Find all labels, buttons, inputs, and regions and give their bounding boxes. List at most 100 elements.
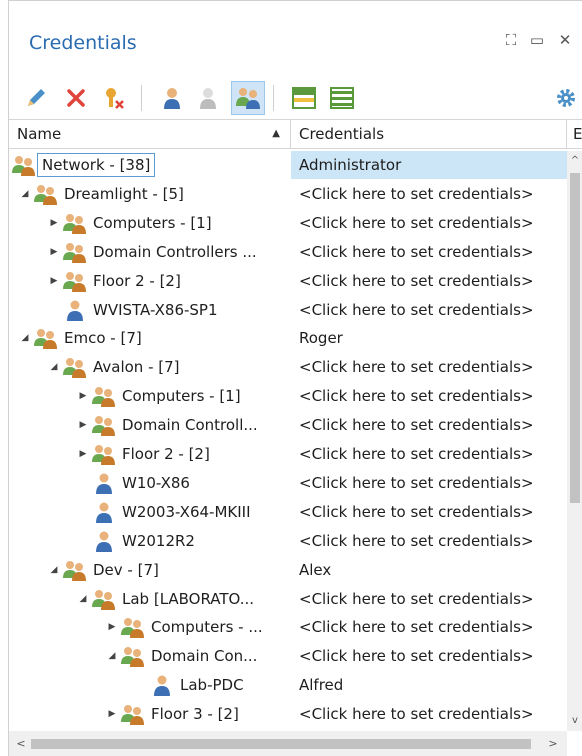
- credentials-cell[interactable]: <Click here to set credentials>: [291, 440, 567, 468]
- collapse-arrow-icon[interactable]: ◢: [46, 353, 62, 381]
- user-group-icon[interactable]: [231, 81, 265, 115]
- tree-row[interactable]: ◢ Domain Con... <Click here to set credent…: [9, 642, 567, 670]
- user-group-icon: [62, 212, 88, 234]
- tree-row[interactable]: WVISTA-X86-SP1 <Click here to set credent…: [9, 296, 567, 324]
- tree-row[interactable]: W2003-X64-MKIII <Click here to set creden…: [9, 498, 567, 526]
- expand-arrow-icon[interactable]: ▶: [75, 440, 91, 468]
- credentials-cell[interactable]: <Click here to set credentials>: [291, 642, 567, 670]
- tree-name-cell: Network - [38]: [11, 151, 156, 179]
- credentials-cell[interactable]: <Click here to set credentials>: [291, 238, 567, 266]
- column-header-extra[interactable]: E: [567, 120, 582, 148]
- toolbar: [9, 75, 582, 119]
- expand-icon[interactable]: ⛶: [501, 31, 521, 49]
- credentials-cell[interactable]: <Click here to set credentials>: [291, 411, 567, 439]
- tree-row[interactable]: Network - [38] Administrator: [9, 151, 567, 179]
- horizontal-scroll-thumb[interactable]: [31, 739, 531, 749]
- expand-arrow-icon[interactable]: ▶: [46, 209, 62, 237]
- tree-row[interactable]: ▶ Domain Controllers ... <Click here to se…: [9, 238, 567, 266]
- credentials-cell[interactable]: <Click here to set credentials>: [291, 209, 567, 237]
- credentials-cell[interactable]: <Click here to set credentials>: [291, 527, 567, 555]
- grid-rows-icon[interactable]: [325, 81, 359, 115]
- tree-row[interactable]: ◢ Emco - [7] Roger: [9, 324, 567, 352]
- close-icon[interactable]: ✕: [555, 31, 575, 49]
- restore-icon[interactable]: ▭: [527, 31, 547, 49]
- collapse-arrow-icon[interactable]: ◢: [104, 642, 120, 670]
- column-header-credentials[interactable]: Credentials: [291, 120, 567, 148]
- tree-row[interactable]: ▶ Computers - [1] <Click here to set crede…: [9, 382, 567, 410]
- tree-row[interactable]: ▶ Floor 2 - [2] <Click here to set credent…: [9, 267, 567, 295]
- expand-arrow-icon[interactable]: ▶: [75, 411, 91, 439]
- user-group-icon: [62, 270, 88, 292]
- clear-credentials-icon[interactable]: [97, 81, 131, 115]
- credentials-cell[interactable]: <Click here to set credentials>: [291, 296, 567, 324]
- collapse-arrow-icon[interactable]: ◢: [17, 180, 33, 208]
- user-group-icon: [120, 616, 146, 638]
- scroll-down-icon[interactable]: v: [567, 713, 582, 729]
- tree-name-cell: ▶ Domain Controllers ...: [46, 238, 262, 266]
- vertical-scroll-thumb[interactable]: [570, 173, 580, 503]
- tree-row[interactable]: ▶ Computers - ... <Click here to set crede…: [9, 613, 567, 641]
- delete-x-icon[interactable]: [59, 81, 93, 115]
- expand-arrow-icon[interactable]: ▶: [46, 238, 62, 266]
- tree-item-label: Emco - [7]: [64, 329, 142, 347]
- scroll-left-icon[interactable]: <: [13, 736, 29, 752]
- tree-row[interactable]: W10-X86 <Click here to set credentials>: [9, 469, 567, 497]
- collapse-arrow-icon[interactable]: ◢: [75, 585, 91, 613]
- tree-row[interactable]: ◢ Dreamlight - [5] <Click here to set cred…: [9, 180, 567, 208]
- tree-row[interactable]: ◢ Lab [LABORATO... <Click here to set cred…: [9, 585, 567, 613]
- collapse-arrow-icon[interactable]: ◢: [17, 324, 33, 352]
- grid-lines-icon[interactable]: [287, 81, 321, 115]
- tree-name-cell: ◢ Dreamlight - [5]: [17, 180, 189, 208]
- credentials-cell[interactable]: <Click here to set credentials>: [291, 469, 567, 497]
- scroll-up-icon[interactable]: ^: [567, 153, 582, 169]
- expand-arrow-icon[interactable]: ▶: [104, 700, 120, 728]
- single-user-icon[interactable]: [155, 81, 189, 115]
- horizontal-scrollbar[interactable]: < >: [9, 731, 567, 756]
- tree-item-label: Floor 2 - [2]: [93, 272, 181, 290]
- tree-name-cell: W2003-X64-MKIII: [75, 498, 256, 526]
- scroll-right-icon[interactable]: >: [545, 736, 561, 752]
- tree-row[interactable]: ▶ Floor 3 - [2] <Click here to set credent…: [9, 700, 567, 728]
- credentials-cell[interactable]: <Click here to set credentials>: [291, 382, 567, 410]
- tree-item-label: Floor 2 - [2]: [122, 445, 210, 463]
- credentials-cell[interactable]: Roger: [291, 324, 567, 352]
- credentials-cell[interactable]: Administrator: [291, 151, 567, 179]
- credentials-cell[interactable]: <Click here to set credentials>: [291, 613, 567, 641]
- tree-name-cell: ◢ Avalon - [7]: [46, 353, 185, 381]
- expand-arrow-icon[interactable]: ▶: [46, 267, 62, 295]
- tree-name-cell: ◢ Dev - [7]: [46, 556, 164, 584]
- tree-row[interactable]: ▶ Domain Controll... <Click here to set cr…: [9, 411, 567, 439]
- vertical-scrollbar[interactable]: ^ v: [567, 151, 582, 731]
- column-header-name[interactable]: Name ▲: [9, 120, 291, 148]
- credentials-cell[interactable]: <Click here to set credentials>: [291, 498, 567, 526]
- user-icon: [91, 530, 117, 552]
- credentials-cell[interactable]: <Click here to set credentials>: [291, 180, 567, 208]
- tree-item-label: Lab-PDC: [180, 676, 244, 694]
- tree-row[interactable]: ▶ Computers - [1] <Click here to set crede…: [9, 209, 567, 237]
- tree-row[interactable]: ◢ Dev - [7] Alex: [9, 556, 567, 584]
- settings-gear-icon[interactable]: [549, 81, 582, 115]
- expand-arrow-icon[interactable]: ▶: [104, 613, 120, 641]
- credentials-cell[interactable]: Alfred: [291, 671, 567, 699]
- tree-item-label: WVISTA-X86-SP1: [93, 301, 218, 319]
- credentials-cell[interactable]: <Click here to set credentials>: [291, 585, 567, 613]
- tree-row[interactable]: Lab-PDC Alfred: [9, 671, 567, 699]
- tree-row[interactable]: ◢ Avalon - [7] <Click here to set credenti…: [9, 353, 567, 381]
- user-group-icon: [62, 559, 88, 581]
- credentials-cell[interactable]: <Click here to set credentials>: [291, 353, 567, 381]
- credentials-cell[interactable]: Alex: [291, 556, 567, 584]
- credentials-cell[interactable]: <Click here to set credentials>: [291, 267, 567, 295]
- single-user-disabled-icon[interactable]: [191, 81, 225, 115]
- user-group-icon: [120, 645, 146, 667]
- collapse-arrow-icon[interactable]: ◢: [46, 556, 62, 584]
- tree-row[interactable]: W2012R2 <Click here to set credentials>: [9, 527, 567, 555]
- tree-row[interactable]: ▶ Floor 2 - [2] <Click here to set credent…: [9, 440, 567, 468]
- credentials-cell[interactable]: <Click here to set credentials>: [291, 700, 567, 728]
- user-group-icon: [62, 241, 88, 263]
- edit-pencil-icon[interactable]: [19, 81, 53, 115]
- expand-arrow-icon[interactable]: ▶: [75, 382, 91, 410]
- tree-name-cell: ▶ Floor 3 - [2]: [104, 700, 244, 728]
